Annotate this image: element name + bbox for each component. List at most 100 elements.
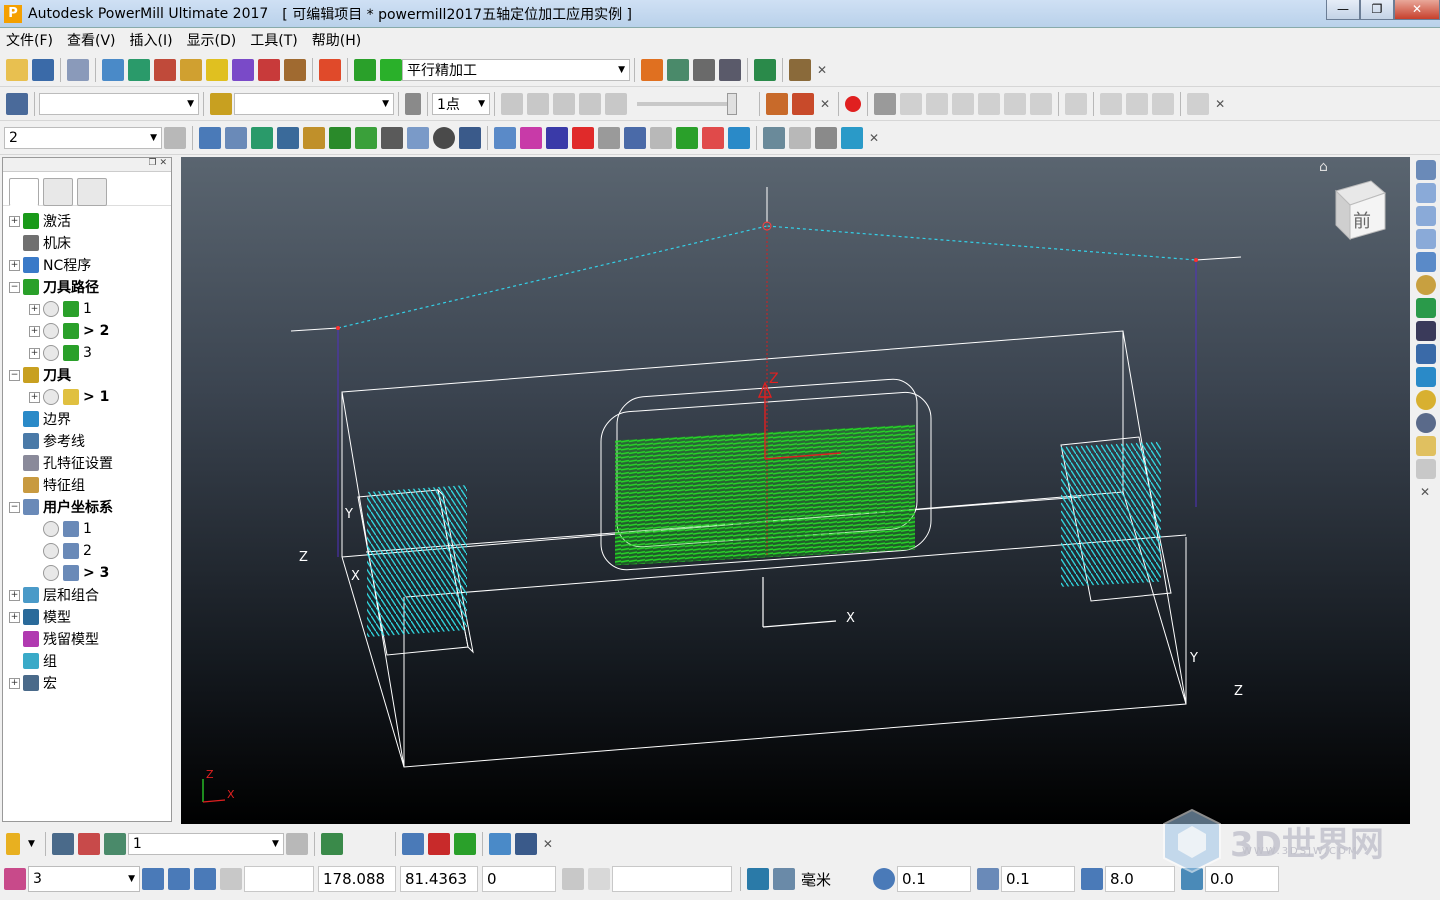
cursor-icon[interactable] xyxy=(1416,459,1436,479)
feature-icon[interactable] xyxy=(401,833,424,855)
gouge-check-icon[interactable] xyxy=(667,58,689,81)
tree-item[interactable]: + 激活 xyxy=(3,210,171,232)
menu-tools[interactable]: 工具(T) xyxy=(250,30,297,50)
strategy-select[interactable]: 平行精加工 ▼ xyxy=(402,58,630,81)
reorder-icon[interactable] xyxy=(277,126,299,149)
draw-leads-icon[interactable] xyxy=(520,126,542,149)
view-back-icon[interactable] xyxy=(1416,229,1436,249)
status-check-icon[interactable] xyxy=(43,389,59,405)
view-top-icon[interactable] xyxy=(1416,160,1436,180)
toolpath-settings-icon[interactable] xyxy=(199,126,221,149)
tree-item[interactable]: + 层和组合 xyxy=(3,584,171,606)
tree-item[interactable]: 机床 xyxy=(3,232,171,254)
toolbar-close-icon[interactable]: ✕ xyxy=(817,63,827,77)
thickness-field[interactable]: 0.1 xyxy=(1001,866,1075,892)
tree-expander-icon[interactable]: + xyxy=(29,391,40,403)
menu-view[interactable]: 查看(V) xyxy=(67,30,116,50)
tree-expander-icon[interactable]: − xyxy=(9,369,20,381)
cut-shade-icon[interactable] xyxy=(952,92,975,115)
draw-arcs-icon[interactable] xyxy=(598,126,620,149)
print-icon[interactable] xyxy=(67,58,89,81)
close-button[interactable]: ✕ xyxy=(1394,0,1440,20)
zoom-icon[interactable] xyxy=(1416,275,1436,295)
ruler-icon[interactable] xyxy=(1065,92,1088,115)
tree-item[interactable]: 孔特征设置 xyxy=(3,452,171,474)
toolbar-close-icon[interactable]: ✕ xyxy=(820,97,830,111)
status-check-icon[interactable] xyxy=(43,565,59,581)
tool-icon[interactable] xyxy=(180,58,202,81)
workplane-from-view-icon[interactable] xyxy=(142,868,164,890)
tool-axis-settings-icon[interactable] xyxy=(225,126,247,149)
menu-insert[interactable]: 插入(I) xyxy=(130,30,173,50)
toolpath-strategy-icon[interactable] xyxy=(206,58,228,81)
collision-check-icon[interactable] xyxy=(319,58,341,81)
view-side-icon[interactable] xyxy=(1416,206,1436,226)
shaded-icon[interactable] xyxy=(1416,367,1436,387)
tree-item[interactable]: +1 xyxy=(3,298,171,320)
points-select[interactable]: 1点 ▼ xyxy=(432,92,490,115)
play-icon[interactable] xyxy=(553,92,575,115)
workplane-edit-icon[interactable] xyxy=(194,868,216,890)
record-icon[interactable] xyxy=(845,95,862,112)
simulation-icon[interactable] xyxy=(6,92,28,115)
stock-icon[interactable] xyxy=(1004,92,1027,115)
tree-expander-icon[interactable]: + xyxy=(9,677,20,689)
tool-axis-icon[interactable] xyxy=(284,58,306,81)
go-to-start-icon[interactable] xyxy=(501,92,523,115)
status-check-icon[interactable] xyxy=(43,345,59,361)
layer-icon[interactable] xyxy=(453,833,476,855)
panel-close-icon[interactable]: ✕ xyxy=(159,158,167,168)
table-icon[interactable] xyxy=(381,126,403,149)
material-icon[interactable] xyxy=(1416,390,1436,410)
tree-item[interactable]: 2 xyxy=(3,540,171,562)
menu-display[interactable]: 显示(D) xyxy=(187,30,237,50)
tree-item[interactable]: 残留模型 xyxy=(3,628,171,650)
view-front-icon[interactable] xyxy=(1416,183,1436,203)
toolpath-select[interactable]: 2 ▼ xyxy=(4,126,162,149)
zoom-box-icon[interactable] xyxy=(1416,344,1436,364)
tree-item[interactable]: +3 xyxy=(3,342,171,364)
speed-slider[interactable] xyxy=(637,92,737,115)
copy-icon[interactable] xyxy=(407,126,429,149)
status-check-icon[interactable] xyxy=(43,521,59,537)
table-icon[interactable] xyxy=(562,868,584,890)
tolerance-field[interactable]: 0.1 xyxy=(897,866,971,892)
tree-expander-icon[interactable]: + xyxy=(29,303,40,315)
feed-rates-icon[interactable] xyxy=(154,58,176,81)
animate-icon[interactable] xyxy=(841,126,863,149)
transform-icon[interactable] xyxy=(754,58,776,81)
undo-stock-icon[interactable] xyxy=(1030,92,1053,115)
tool-holder-icon[interactable] xyxy=(815,126,837,149)
tree-item[interactable]: 1 xyxy=(3,518,171,540)
draw-rapids-icon[interactable] xyxy=(702,126,724,149)
tree-expander-icon[interactable]: + xyxy=(29,347,40,359)
toolbar-close-icon[interactable]: ✕ xyxy=(1215,97,1225,111)
refresh-icon[interactable] xyxy=(1416,298,1436,318)
open-project-icon[interactable] xyxy=(6,58,28,81)
compare-icon[interactable] xyxy=(1126,92,1149,115)
viewmill-off-icon[interactable] xyxy=(792,92,814,115)
tree-item[interactable]: + 宏 xyxy=(3,672,171,694)
workplane-select[interactable]: 3 ▼ xyxy=(28,866,140,892)
select-icon[interactable] xyxy=(1416,436,1436,456)
sim-tool-select[interactable]: ▼ xyxy=(234,92,394,115)
tree-item[interactable]: − 刀具路径 xyxy=(3,276,171,298)
status-check-icon[interactable] xyxy=(43,323,59,339)
minimize-button[interactable]: — xyxy=(1326,0,1360,20)
step-forward-icon[interactable] xyxy=(579,92,601,115)
draw-lead-in-icon[interactable] xyxy=(728,126,750,149)
tree-item[interactable]: 边界 xyxy=(3,408,171,430)
delete-feature-icon[interactable] xyxy=(514,833,537,855)
limit-icon[interactable] xyxy=(303,126,325,149)
verify-icon[interactable] xyxy=(641,58,663,81)
chevron-down-icon[interactable]: ▼ xyxy=(28,839,35,849)
toolbar-close-icon[interactable]: ✕ xyxy=(1420,485,1432,499)
tree-expander-icon[interactable]: − xyxy=(9,501,20,513)
tree-expander-icon[interactable]: − xyxy=(9,281,20,293)
home-view-icon[interactable]: ⌂ xyxy=(1319,159,1328,175)
tab-recycle-bin[interactable] xyxy=(77,178,107,206)
statistics-icon[interactable] xyxy=(763,126,785,149)
tree-item[interactable]: + > 1 xyxy=(3,386,171,408)
safe-area-icon[interactable] xyxy=(789,126,811,149)
tool-color-icon[interactable] xyxy=(6,833,20,855)
